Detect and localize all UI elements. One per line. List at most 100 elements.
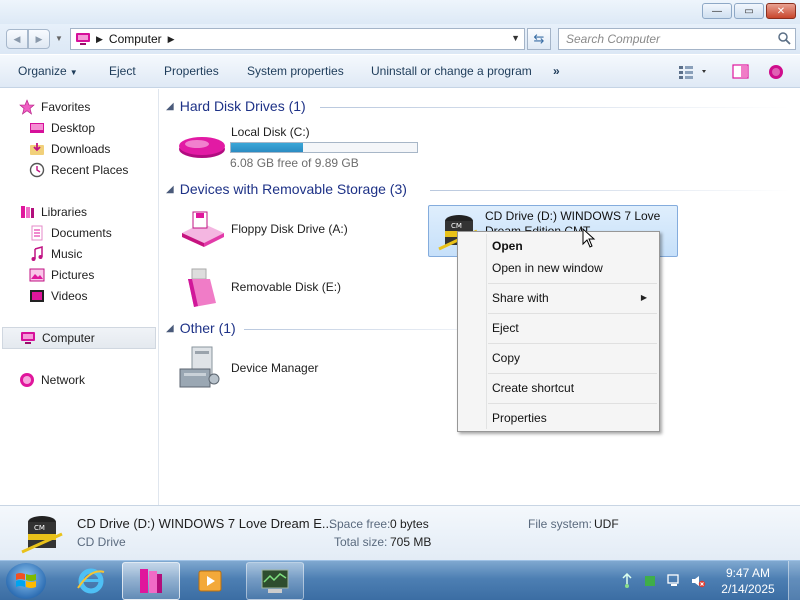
menu-item-create-shortcut[interactable]: Create shortcut — [492, 381, 574, 395]
device-manager-tile[interactable]: Device Manager — [178, 345, 318, 391]
menu-item-properties[interactable]: Properties — [492, 411, 547, 425]
tray-usb-icon[interactable] — [620, 573, 634, 589]
search-input[interactable]: Search Computer — [558, 28, 796, 50]
command-bar: Organize ▼ Eject Properties System proper… — [0, 55, 800, 88]
menu-item-copy[interactable]: Copy — [492, 351, 520, 365]
group-title: Hard Disk Drives (1) — [179, 98, 306, 114]
nav-libraries[interactable]: Libraries — [19, 202, 87, 222]
organize-button[interactable]: Organize ▼ — [18, 64, 78, 78]
nav-recent-places[interactable]: Recent Places — [29, 160, 128, 180]
close-button[interactable]: ✕ — [766, 3, 796, 19]
taskbar-internet-explorer[interactable] — [62, 562, 120, 600]
drive-tile-removable[interactable]: Removable Disk (E:) — [182, 265, 341, 309]
breadcrumb-chevron-icon[interactable]: ▶ — [168, 34, 175, 45]
nav-videos[interactable]: Videos — [29, 286, 87, 306]
submenu-arrow-icon: ▶ — [640, 293, 647, 302]
capacity-fill — [231, 143, 303, 152]
recent-pages-dropdown[interactable]: ▼ — [55, 34, 63, 43]
computer-icon — [21, 332, 35, 344]
nav-libraries-label: Libraries — [41, 205, 88, 219]
tray-volume-muted-icon[interactable] — [690, 573, 706, 589]
menu-item-open[interactable]: Open — [492, 239, 523, 253]
drive-tile-local-disk[interactable] — [177, 123, 227, 165]
nav-computer-label: Computer — [42, 331, 95, 345]
nav-downloads[interactable]: Downloads — [29, 139, 110, 159]
menu-separator — [488, 343, 657, 344]
hard-drive-icon — [179, 137, 225, 158]
menu-item-share-with[interactable]: Share with — [492, 291, 549, 305]
more-commands-button[interactable]: » — [553, 64, 560, 78]
cd-drive-icon: CM — [21, 516, 63, 554]
window-title-bar: — ▭ ✕ — [0, 0, 800, 24]
menu-separator — [488, 313, 657, 314]
nav-documents[interactable]: Documents — [29, 223, 112, 243]
group-header-other[interactable]: ◢ Other (1) — [166, 320, 236, 336]
back-button[interactable]: ◀ — [6, 29, 28, 49]
libraries-icon — [140, 569, 162, 593]
chevron-down-icon: ▼ — [69, 68, 78, 77]
search-icon — [778, 32, 791, 45]
drive-tile-floppy[interactable]: Floppy Disk Drive (A:) — [178, 209, 348, 249]
menu-item-eject[interactable]: Eject — [492, 321, 519, 335]
internet-explorer-icon — [77, 568, 105, 594]
desktop-icon — [30, 123, 44, 133]
preview-pane-icon[interactable] — [732, 64, 750, 80]
clock-date: 2/14/2025 — [721, 582, 775, 596]
downloads-folder-icon — [30, 143, 44, 155]
group-header-removable-storage[interactable]: ◢ Devices with Removable Storage (3) — [166, 181, 407, 197]
nav-pictures[interactable]: Pictures — [29, 265, 94, 285]
properties-button[interactable]: Properties — [164, 64, 219, 78]
taskbar-device-app[interactable] — [246, 562, 304, 600]
taskbar: 9:47 AM 2/14/2025 — [0, 560, 800, 600]
menu-item-open-new-window[interactable]: Open in new window — [492, 261, 603, 275]
nav-desktop-label: Desktop — [51, 121, 96, 135]
floppy-label: Floppy Disk Drive (A:) — [231, 222, 348, 236]
nav-recent-places-label: Recent Places — [51, 163, 129, 177]
address-row: ◀ ▶ ▼ ▶ Computer ▶ ▼ ⇆ Search Computer — [0, 24, 800, 54]
taskbar-media-player[interactable] — [182, 562, 240, 600]
nav-favorites[interactable]: Favorites — [19, 97, 90, 117]
group-divider — [320, 107, 790, 108]
nav-music[interactable]: Music — [29, 244, 82, 264]
breadcrumb-arrow-icon[interactable]: ▶ — [96, 34, 103, 45]
mouse-cursor-icon — [582, 228, 596, 248]
details-item-type: CD Drive — [77, 535, 126, 549]
tray-clock[interactable]: 9:47 AM 2/14/2025 — [715, 565, 781, 597]
nav-documents-label: Documents — [51, 226, 112, 240]
breadcrumb-computer[interactable]: Computer — [109, 32, 162, 46]
local-disk-label[interactable]: Local Disk (C:) — [231, 125, 310, 139]
space-free-value: 0 bytes — [390, 517, 429, 531]
collapse-triangle-icon[interactable]: ◢ — [166, 184, 174, 195]
eject-button[interactable]: Eject — [109, 64, 136, 78]
tray-network-icon[interactable] — [666, 573, 682, 589]
forward-button[interactable]: ▶ — [28, 29, 50, 49]
pictures-icon — [29, 268, 45, 282]
help-icon[interactable] — [768, 64, 784, 80]
nav-pictures-label: Pictures — [51, 268, 95, 282]
local-disk-capacity-bar — [230, 142, 418, 153]
refresh-button[interactable]: ⇆ — [527, 28, 551, 50]
nav-desktop[interactable]: Desktop — [29, 118, 95, 138]
group-header-hard-disk-drives[interactable]: ◢ Hard Disk Drives (1) — [166, 98, 306, 114]
nav-videos-label: Videos — [51, 289, 88, 303]
collapse-triangle-icon[interactable]: ◢ — [166, 101, 174, 112]
system-properties-button[interactable]: System properties — [247, 64, 344, 78]
collapse-triangle-icon[interactable]: ◢ — [166, 323, 174, 334]
uninstall-program-button[interactable]: Uninstall or change a program — [371, 64, 532, 78]
start-button[interactable] — [6, 563, 46, 599]
nav-network[interactable]: Network — [19, 370, 85, 390]
address-bar[interactable]: ▶ Computer ▶ ▼ — [70, 28, 525, 50]
device-manager-icon — [179, 346, 220, 388]
maximize-button[interactable]: ▭ — [734, 3, 764, 19]
tray-status-icon[interactable] — [643, 574, 657, 588]
computer-icon — [76, 33, 90, 45]
minimize-button[interactable]: — — [702, 3, 732, 19]
nav-computer[interactable]: Computer — [2, 327, 156, 349]
taskbar-explorer-libraries[interactable] — [122, 562, 180, 600]
videos-icon — [30, 290, 44, 302]
change-view-icon[interactable] — [678, 64, 708, 80]
group-title: Other (1) — [179, 320, 236, 336]
address-dropdown-icon[interactable]: ▼ — [511, 33, 520, 43]
star-icon — [19, 99, 35, 115]
show-desktop-button[interactable] — [788, 561, 800, 600]
